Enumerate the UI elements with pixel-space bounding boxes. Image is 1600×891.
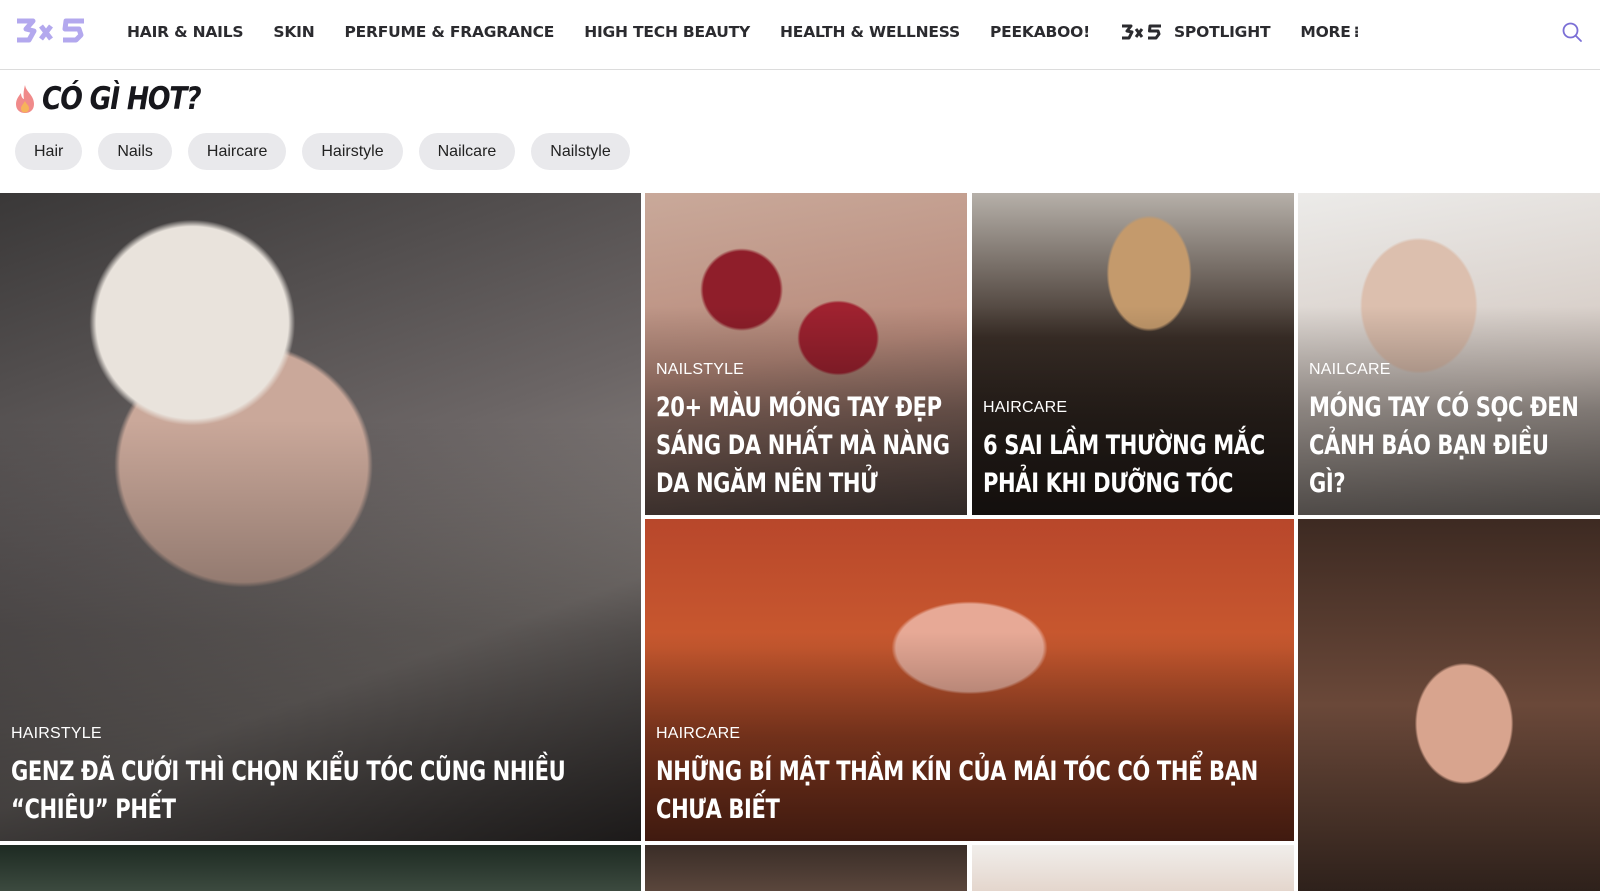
article-image [1298, 519, 1600, 891]
chip-nailstyle[interactable]: Nailstyle [531, 133, 630, 170]
article-card-row3-b[interactable] [645, 845, 967, 891]
nav-high-tech-beauty[interactable]: HIGH TECH BEAUTY [584, 23, 750, 41]
filter-chips: Hair Nails Haircare Hairstyle Nailcare N… [15, 133, 630, 170]
article-title: MÓNG TAY CÓ SỌC ĐEN CẢNH BÁO BẠN ĐIỀU GÌ… [1309, 392, 1579, 499]
chip-haircare[interactable]: Haircare [187, 133, 287, 170]
article-card-nailstyle[interactable]: NAILSTYLE 20+ MÀU MÓNG TAY ĐẸP SÁNG DA N… [645, 193, 967, 515]
card-meta [1309, 869, 1586, 879]
nav-label: SKIN [273, 23, 315, 41]
chip-hairstyle[interactable]: Hairstyle [302, 133, 403, 170]
site-header: HAIR & NAILS SKIN PERFUME & FRAGRANCE HI… [0, 0, 1600, 70]
fire-icon [16, 85, 34, 113]
card-meta: NAILCARE MÓNG TAY CÓ SỌC ĐEN CẢNH BÁO BẠ… [1309, 361, 1586, 503]
section-title: CÓ GÌ HOT? [42, 81, 202, 117]
chip-hair[interactable]: Hair [15, 133, 83, 170]
article-card-portrait[interactable] [1298, 519, 1600, 891]
card-meta [11, 869, 627, 879]
nav-more[interactable]: MORE ⁝ [1300, 23, 1359, 41]
card-meta: NAILSTYLE 20+ MÀU MÓNG TAY ĐẸP SÁNG DA N… [656, 361, 953, 503]
article-title: NHỮNG BÍ MẬT THẦM KÍN CỦA MÁI TÓC CÓ THỂ… [656, 756, 1258, 825]
spotlight-logo-icon [1121, 24, 1161, 40]
nav-label: HEALTH & WELLNESS [780, 23, 960, 41]
article-category: NAILCARE [1309, 361, 1391, 378]
nav-skin[interactable]: SKIN [273, 23, 314, 41]
nav-health-wellness[interactable]: HEALTH & WELLNESS [780, 23, 960, 41]
nav-label: MORE [1300, 23, 1351, 41]
article-title: 6 SAI LẦM THƯỜNG MẮC PHẢI KHI DƯỠNG TÓC [983, 430, 1265, 499]
article-card-row3-a[interactable] [0, 845, 641, 891]
more-dots-icon: ⁝ [1353, 23, 1360, 41]
nav-label: HIGH TECH BEAUTY [584, 23, 751, 41]
nav-label: HAIR & NAILS [127, 23, 244, 41]
article-card-haircare[interactable]: HAIRCARE 6 SAI LẦM THƯỜNG MẮC PHẢI KHI D… [972, 193, 1294, 515]
nav-perfume-fragrance[interactable]: PERFUME & FRAGRANCE [344, 23, 554, 41]
nav-spotlight[interactable]: SPOTLIGHT [1120, 23, 1271, 41]
search-icon[interactable] [1560, 20, 1584, 44]
chip-nails[interactable]: Nails [98, 133, 172, 170]
article-category: HAIRCARE [983, 399, 1068, 416]
section-heading: CÓ GÌ HOT? [14, 78, 226, 120]
main-nav: HAIR & NAILS SKIN PERFUME & FRAGRANCE HI… [127, 0, 1389, 64]
article-card-haircare-secrets[interactable]: HAIRCARE NHỮNG BÍ MẬT THẦM KÍN CỦA MÁI T… [645, 519, 1294, 841]
card-meta [656, 869, 953, 879]
nav-label: PERFUME & FRAGRANCE [344, 23, 555, 41]
article-card-nailcare[interactable]: NAILCARE MÓNG TAY CÓ SỌC ĐEN CẢNH BÁO BẠ… [1298, 193, 1600, 515]
nav-peekaboo[interactable]: PEEKABOO! [990, 23, 1090, 41]
nav-label: PEEKABOO! [989, 23, 1090, 41]
article-title: 20+ MÀU MÓNG TAY ĐẸP SÁNG DA NHẤT MÀ NÀN… [656, 392, 950, 499]
card-meta: HAIRCARE NHỮNG BÍ MẬT THẦM KÍN CỦA MÁI T… [656, 725, 1280, 829]
article-category: HAIRCARE [656, 725, 741, 742]
article-image [645, 845, 967, 891]
nav-hair-nails[interactable]: HAIR & NAILS [127, 23, 244, 41]
article-category: HAIRSTYLE [11, 725, 102, 742]
card-meta: HAIRCARE 6 SAI LẦM THƯỜNG MẮC PHẢI KHI D… [983, 399, 1280, 503]
article-card-hairstyle[interactable]: HAIRSTYLE GENZ ĐÃ CƯỚI THÌ CHỌN KIỂU TÓC… [0, 193, 641, 841]
nav-label: SPOTLIGHT [1173, 23, 1271, 41]
chip-nailcare[interactable]: Nailcare [418, 133, 516, 170]
article-category: NAILSTYLE [656, 361, 745, 378]
article-image [972, 845, 1294, 891]
article-card-row3-c[interactable] [972, 845, 1294, 891]
article-title: GENZ ĐÃ CƯỚI THÌ CHỌN KIỂU TÓC CŨNG NHIỀ… [11, 756, 566, 825]
card-meta [983, 869, 1280, 879]
article-image [0, 845, 641, 891]
site-logo[interactable] [14, 17, 90, 44]
card-meta: HAIRSTYLE GENZ ĐÃ CƯỚI THÌ CHỌN KIỂU TÓC… [11, 725, 627, 829]
